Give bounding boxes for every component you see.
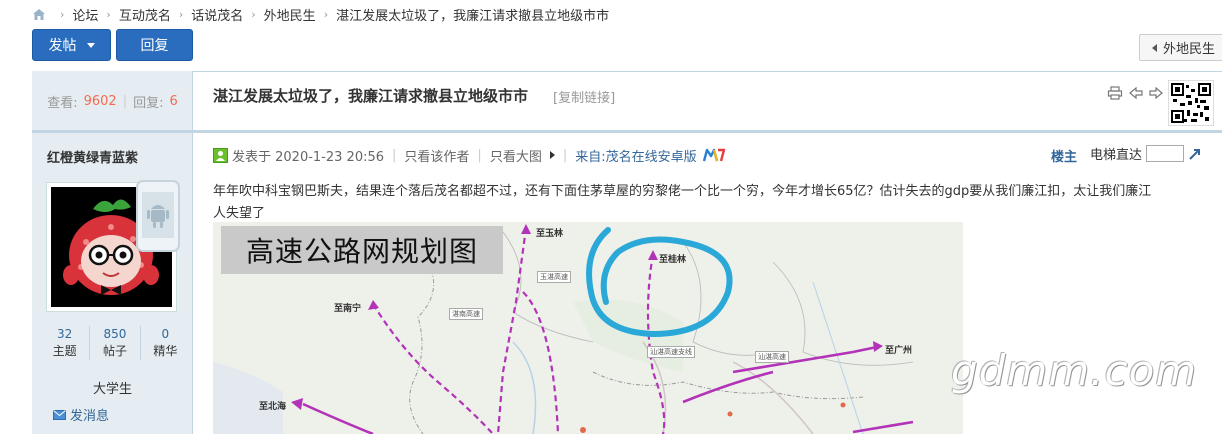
- sidebar-divider: [32, 130, 193, 133]
- play-icon: [549, 151, 555, 159]
- author-posts-count: 850: [103, 327, 127, 341]
- back-to-board-button[interactable]: 外地民生: [1139, 34, 1222, 61]
- forum-thread-page: › 论坛 › 互动茂名 › 话说茂名 › 外地民生 › 湛江发展太垃圾了，我廉江…: [0, 0, 1222, 434]
- views-count: 9602: [83, 93, 117, 109]
- post-meta: 发表于 2020-1-23 20:56 | 只看该作者 | 只看大图 | 来自:…: [213, 146, 725, 165]
- print-icon[interactable]: [1107, 86, 1123, 100]
- road-tag-zhannan: 湛南高速: [449, 308, 483, 320]
- author-group: 大学生: [92, 382, 132, 397]
- android-icon: [136, 180, 180, 252]
- author-threads-label: 主题: [52, 344, 77, 358]
- breadcrumb-outside-livelihood[interactable]: 外地民生: [264, 5, 316, 24]
- jump-floor-input[interactable]: [1146, 145, 1185, 162]
- meta-divider: |: [392, 147, 397, 163]
- floor-jump: 电梯直达: [1090, 144, 1202, 163]
- breadcrumb-current-thread[interactable]: 湛江发展太垃圾了，我廉江请求撤县立地级市市: [336, 5, 609, 24]
- online-status-icon: [213, 147, 228, 163]
- thread-title: 湛江发展太垃圾了，我廉江请求撤县立地级市市: [213, 87, 529, 105]
- thread-tools: [1107, 86, 1163, 100]
- breadcrumb-separator: ›: [178, 7, 184, 21]
- site-watermark: gdmm.com: [951, 346, 1198, 395]
- breadcrumb-separator: ›: [251, 7, 256, 21]
- next-thread-icon[interactable]: [1149, 87, 1163, 99]
- breadcrumb-talk-maoming[interactable]: 话说茂名: [191, 5, 243, 24]
- jump-go-icon[interactable]: [1188, 147, 1202, 161]
- map-title: 高速公路网规划图: [221, 226, 503, 274]
- post-body: 年年吹中科宝钢巴斯夫，结果连个落后茂名都超不过，还有下面住茅草屋的穷黎佬一个比一…: [213, 184, 1152, 221]
- send-message-label: 发消息: [70, 409, 110, 424]
- post-source-link[interactable]: 来自:茂名在线安卓版: [575, 146, 696, 165]
- big-image-link[interactable]: 只看大图: [490, 146, 542, 165]
- breadcrumb-forum[interactable]: 论坛: [72, 5, 98, 24]
- author-digest-label: 精华: [153, 344, 178, 358]
- meta-divider: |: [562, 147, 568, 163]
- map-label-yulin: 至玉林: [536, 229, 564, 239]
- new-post-button[interactable]: 发帖: [32, 29, 111, 61]
- map-label-nanning: 至南宁: [334, 304, 362, 314]
- replies-label: 回复:: [133, 95, 164, 111]
- road-tag-yuzhan: 玉湛高速: [537, 271, 571, 283]
- author-threads[interactable]: 32 主题: [40, 326, 89, 360]
- breadcrumb: › 论坛 › 互动茂名 › 话说茂名 › 外地民生 › 湛江发展太垃圾了，我廉江…: [32, 4, 609, 24]
- only-author-link[interactable]: 只看该作者: [404, 146, 469, 165]
- author-digest-count: 0: [161, 327, 170, 341]
- highway-map-image[interactable]: 高速公路网规划图 至玉林 至桂林 至南宁 至广州 至北海 玉湛高速 湛南高速 汕…: [213, 222, 963, 434]
- views-label: 查看:: [47, 95, 78, 111]
- author-name[interactable]: 红橙黄绿青蓝紫: [47, 147, 138, 166]
- new-post-label: 发帖: [48, 38, 77, 54]
- mail-icon: [53, 409, 66, 420]
- breadcrumb-separator: ›: [106, 7, 111, 21]
- breadcrumb-separator: ›: [323, 7, 329, 21]
- map-label-beihai: 至北海: [259, 402, 287, 412]
- post-date: 发表于 2020-1-23 20:56: [232, 149, 385, 165]
- breadcrumb-separator: ›: [60, 7, 65, 21]
- mobile-app-logo-icon: [702, 148, 725, 162]
- reply-label: 回复: [140, 38, 169, 54]
- author-threads-count: 32: [57, 327, 73, 341]
- back-to-board-label: 外地民生: [1163, 42, 1216, 57]
- author-posts[interactable]: 850 帖子: [89, 326, 139, 360]
- chevron-down-icon: [86, 42, 95, 48]
- map-label-guilin: 至桂林: [659, 255, 687, 265]
- qr-code-icon[interactable]: [1168, 80, 1214, 126]
- reply-button[interactable]: 回复: [116, 29, 193, 61]
- floor-label: 楼主: [1051, 150, 1078, 165]
- author-stats: 32 主题 850 帖子 0 精华: [40, 326, 190, 360]
- send-message-link[interactable]: 发消息: [53, 405, 109, 424]
- thread-stats: 查看: 9602 | 回复: 6: [32, 72, 193, 130]
- road-tag-shanzhan: 汕湛高速: [755, 351, 789, 363]
- chevron-left-icon: [1152, 43, 1157, 52]
- replies-count: 6: [169, 93, 178, 109]
- header-divider: [193, 130, 1222, 133]
- map-label-guangzhou: 至广州: [885, 346, 913, 356]
- breadcrumb-interactive-maoming[interactable]: 互动茂名: [119, 5, 171, 24]
- copy-link-button[interactable]: [复制链接]: [553, 87, 615, 106]
- author-posts-label: 帖子: [102, 344, 127, 358]
- jump-label: 电梯直达: [1090, 148, 1143, 163]
- road-tag-shanzhan-branch: 汕湛高速支线: [647, 346, 695, 358]
- home-icon[interactable]: [32, 8, 46, 21]
- stats-divider: |: [122, 93, 128, 109]
- author-digest[interactable]: 0 精华: [139, 326, 190, 360]
- meta-divider: |: [477, 147, 482, 163]
- prev-thread-icon[interactable]: [1129, 87, 1143, 99]
